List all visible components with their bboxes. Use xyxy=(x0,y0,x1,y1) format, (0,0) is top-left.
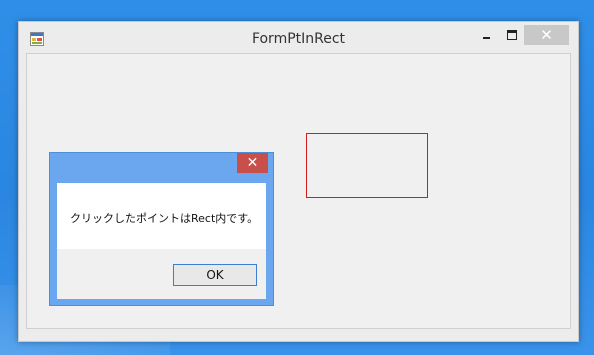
message-text: クリックしたポイントはRect内です。 xyxy=(70,212,259,225)
ok-button[interactable]: OK xyxy=(173,264,257,286)
main-titlebar[interactable]: FormPtInRect ✕ xyxy=(19,22,578,53)
close-icon: ✕ xyxy=(246,155,259,171)
close-icon: ✕ xyxy=(540,26,553,44)
target-rectangle xyxy=(306,133,428,198)
message-box-dialog: ✕ クリックしたポイントはRect内です。 OK xyxy=(49,152,274,306)
maximize-icon xyxy=(507,30,517,40)
close-button[interactable]: ✕ xyxy=(524,25,569,45)
desktop: { "main_window": { "title": "FormPtInRec… xyxy=(0,0,594,355)
message-box-close-button[interactable]: ✕ xyxy=(237,153,268,173)
maximize-button[interactable] xyxy=(503,26,521,44)
message-box-body: クリックしたポイントはRect内です。 xyxy=(57,183,266,249)
message-box-content: クリックしたポイントはRect内です。 OK xyxy=(57,183,266,299)
minimize-button[interactable] xyxy=(478,26,496,44)
minimize-icon xyxy=(483,37,490,39)
